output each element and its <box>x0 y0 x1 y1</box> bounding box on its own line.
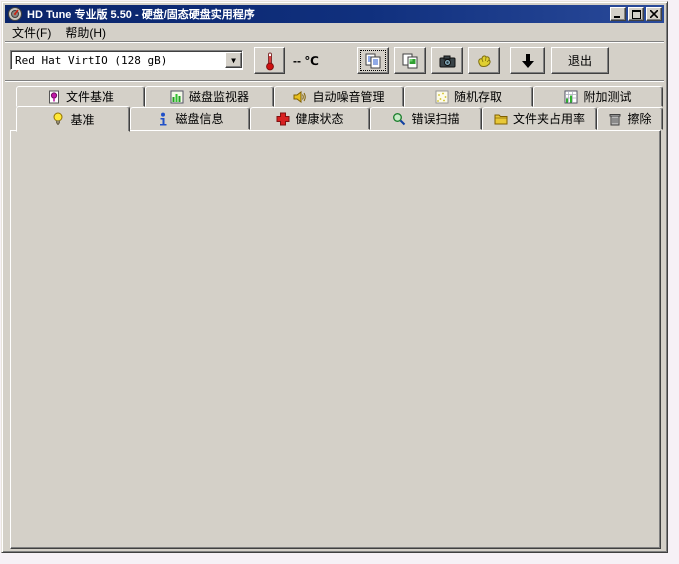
copy-icon <box>365 53 381 69</box>
tab-disk-monitor[interactable]: 磁盘监视器 <box>145 86 274 107</box>
drive-select[interactable]: Red Hat VirtIO (128 gB) ▼ <box>10 50 243 70</box>
tab-health[interactable]: 健康状态 <box>250 107 370 130</box>
tab-file-benchmark[interactable]: 文件基准 <box>16 86 145 107</box>
download-button[interactable] <box>510 47 545 74</box>
tab-random-access[interactable]: 随机存取 <box>404 86 533 107</box>
title-bar: HD Tune 专业版 5.50 - 硬盘/固态硬盘实用程序 <box>5 5 664 23</box>
magnifier-icon <box>392 112 406 126</box>
trash-icon <box>608 112 622 126</box>
temperature-button[interactable] <box>254 47 285 74</box>
folder-icon <box>494 112 508 126</box>
close-button[interactable] <box>646 7 662 21</box>
copy-image-button[interactable] <box>394 47 426 74</box>
benchmark-icon <box>51 112 65 126</box>
tab-extra-tests[interactable]: 附加测试 <box>533 86 663 107</box>
minimize-icon <box>614 10 622 18</box>
disk-monitor-icon <box>170 90 184 104</box>
window-title: HD Tune 专业版 5.50 - 硬盘/固态硬盘实用程序 <box>27 6 255 22</box>
benchmark-page <box>10 130 661 549</box>
maximize-button[interactable] <box>628 7 644 21</box>
tab-disk-info[interactable]: 磁盘信息 <box>130 107 250 130</box>
save-button[interactable] <box>468 47 500 74</box>
thermometer-icon <box>264 51 276 71</box>
tab-benchmark[interactable]: 基准 <box>16 106 130 132</box>
copy-text-button[interactable] <box>357 47 389 74</box>
copy-image-icon <box>402 53 418 69</box>
close-icon <box>650 10 658 18</box>
minimize-button[interactable] <box>610 7 626 21</box>
speaker-icon <box>293 90 307 104</box>
tab-error-scan[interactable]: 错误扫描 <box>370 107 482 130</box>
toolbar: Red Hat VirtIO (128 gB) ▼ -- ℃ <box>5 43 664 81</box>
app-window: HD Tune 专业版 5.50 - 硬盘/固态硬盘实用程序 文件(F) 帮助(… <box>1 1 668 553</box>
info-icon <box>156 112 170 126</box>
exit-button[interactable]: 退出 <box>551 47 609 74</box>
tab-erase[interactable]: 擦除 <box>597 107 663 130</box>
menu-bar: 文件(F) 帮助(H) <box>5 23 664 42</box>
extra-tests-icon <box>564 90 578 104</box>
maximize-icon <box>632 10 641 19</box>
temperature-value: -- ℃ <box>293 54 319 68</box>
camera-icon <box>439 54 456 68</box>
menu-help[interactable]: 帮助(H) <box>58 22 113 43</box>
chevron-down-icon[interactable]: ▼ <box>225 52 242 68</box>
down-arrow-icon <box>521 53 535 69</box>
health-cross-icon <box>276 112 290 126</box>
menu-file[interactable]: 文件(F) <box>5 22 58 43</box>
random-access-icon <box>435 90 449 104</box>
app-icon <box>7 6 23 22</box>
drive-select-value: Red Hat VirtIO (128 gB) <box>11 54 167 67</box>
tab-aam[interactable]: 自动噪音管理 <box>274 86 404 107</box>
hand-icon <box>476 53 492 69</box>
screenshot-button[interactable] <box>431 47 463 74</box>
tab-folder-usage[interactable]: 文件夹占用率 <box>482 107 597 130</box>
file-benchmark-icon <box>47 90 61 104</box>
